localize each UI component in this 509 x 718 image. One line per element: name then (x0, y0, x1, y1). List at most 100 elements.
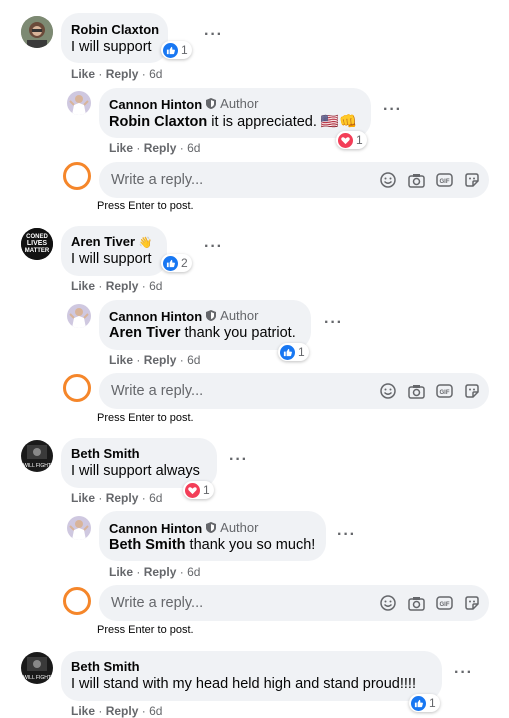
more-options-icon[interactable]: ··· (454, 665, 473, 681)
like-link[interactable]: Like (71, 67, 95, 81)
like-reaction-icon (411, 695, 426, 711)
reply-input[interactable]: Write a reply... GIF (99, 162, 489, 198)
author-badge: Author (206, 520, 258, 535)
like-link[interactable]: Like (71, 279, 95, 293)
reply-text: Robin Claxton it is appreciated. 🇺🇸👊 (109, 113, 357, 130)
emoji-icon[interactable] (379, 382, 397, 400)
reaction-summary[interactable]: 2 (161, 254, 192, 272)
composer-tools: GIF (379, 382, 481, 400)
timestamp[interactable]: 6d (149, 491, 162, 505)
avatar-text-beth: WILL FIGHT (23, 675, 51, 681)
comment-text: I will support always (71, 463, 200, 479)
press-enter-hint: Press Enter to post. (97, 412, 194, 424)
separator: · (179, 565, 184, 579)
separator: · (141, 491, 146, 505)
avatar-text-beth: WILL FIGHT (23, 463, 51, 469)
reply-link[interactable]: Reply (144, 353, 177, 367)
like-link[interactable]: Like (109, 565, 133, 579)
love-reaction-icon (185, 482, 200, 498)
comment-text: I will stand with my head held high and … (71, 676, 416, 692)
like-link[interactable]: Like (71, 491, 95, 505)
reaction-summary[interactable]: 1 (183, 481, 214, 499)
emoji-icon[interactable] (379, 171, 397, 189)
reply-link[interactable]: Reply (144, 565, 177, 579)
more-options-icon[interactable]: ··· (337, 527, 356, 543)
more-options-icon[interactable]: ··· (229, 452, 248, 468)
reply-link[interactable]: Reply (144, 141, 177, 155)
author-badge-label: Author (220, 96, 259, 111)
reply-author-name[interactable]: Cannon Hinton (109, 97, 202, 112)
sticker-icon[interactable] (463, 382, 481, 400)
gif-icon[interactable]: GIF (435, 171, 453, 189)
reply-author[interactable]: Cannon Hinton Author (109, 520, 258, 536)
comment-author[interactable]: Beth Smith (71, 446, 140, 461)
avatar-image: CONED LIVES MATTER (21, 228, 53, 260)
svg-text:GIF: GIF (439, 390, 449, 396)
svg-text:GIF: GIF (439, 602, 449, 608)
gif-icon[interactable]: GIF (435, 594, 453, 612)
comment-author[interactable]: Robin Claxton (71, 22, 159, 37)
reply-author[interactable]: Cannon Hinton Author (109, 96, 258, 112)
reply-link[interactable]: Reply (106, 279, 139, 293)
like-reaction-icon (280, 344, 295, 360)
like-link[interactable]: Like (109, 353, 133, 367)
more-options-icon[interactable]: ··· (324, 315, 343, 331)
mention-link[interactable]: Aren Tiver (109, 325, 180, 341)
comment-author-name[interactable]: Aren Tiver (71, 234, 135, 249)
emoji-icon[interactable] (379, 594, 397, 612)
more-options-icon[interactable]: ··· (204, 239, 223, 255)
reply-input[interactable]: Write a reply... GIF (99, 585, 489, 621)
reply-link[interactable]: Reply (106, 491, 139, 505)
author-badge: Author (206, 96, 258, 111)
sticker-icon[interactable] (463, 171, 481, 189)
avatar-image (21, 16, 53, 48)
mention-link[interactable]: Beth Smith (109, 537, 186, 553)
timestamp[interactable]: 6d (187, 141, 200, 155)
reply-author[interactable]: Cannon Hinton Author (109, 308, 258, 324)
reaction-summary[interactable]: 1 (409, 694, 440, 712)
comment-author[interactable]: Aren Tiver 👋 (71, 234, 152, 249)
timestamp[interactable]: 6d (187, 565, 200, 579)
comment-author[interactable]: Beth Smith (71, 659, 140, 674)
avatar-aren-tiver[interactable]: CONED LIVES MATTER (21, 228, 53, 260)
comment-actions: Like · Reply · 6d (71, 491, 162, 505)
avatar-beth-smith[interactable]: WILL FIGHT (21, 440, 53, 472)
mention-link[interactable]: Robin Claxton (109, 114, 207, 130)
avatar-robin-claxton[interactable] (21, 16, 53, 48)
avatar-beth-smith[interactable]: WILL FIGHT (21, 652, 53, 684)
reply-author-name[interactable]: Cannon Hinton (109, 521, 202, 536)
separator: · (136, 565, 141, 579)
separator: · (98, 67, 103, 81)
reply-text-body: thank you patriot. (180, 325, 296, 341)
waving-hand-emoji: 👋 (138, 237, 153, 249)
reaction-summary[interactable]: 1 (336, 131, 367, 149)
camera-icon[interactable] (407, 171, 425, 189)
reaction-count: 1 (298, 345, 305, 359)
avatar-cannon-hinton[interactable] (67, 304, 91, 328)
timestamp[interactable]: 6d (149, 67, 162, 81)
separator: · (136, 141, 141, 155)
reaction-count: 1 (203, 483, 210, 497)
avatar-cannon-hinton[interactable] (67, 516, 91, 540)
reaction-count: 2 (181, 256, 188, 270)
separator: · (141, 67, 146, 81)
like-link[interactable]: Like (109, 141, 133, 155)
gif-icon[interactable]: GIF (435, 382, 453, 400)
avatar-text-2: LIVES (27, 240, 48, 247)
timestamp[interactable]: 6d (187, 353, 200, 367)
reaction-summary[interactable]: 1 (278, 343, 309, 361)
avatar-image (67, 516, 91, 540)
more-options-icon[interactable]: ··· (383, 102, 402, 118)
camera-icon[interactable] (407, 594, 425, 612)
reply-actions: Like · Reply · 6d (109, 565, 200, 579)
avatar-text-3: MATTER (25, 248, 50, 254)
timestamp[interactable]: 6d (149, 279, 162, 293)
avatar-cannon-hinton[interactable] (67, 91, 91, 115)
more-options-icon[interactable]: ··· (204, 27, 223, 43)
reaction-summary[interactable]: 1 (161, 41, 192, 59)
reply-author-name[interactable]: Cannon Hinton (109, 309, 202, 324)
sticker-icon[interactable] (463, 594, 481, 612)
reply-input[interactable]: Write a reply... GIF (99, 373, 489, 409)
camera-icon[interactable] (407, 382, 425, 400)
reply-link[interactable]: Reply (106, 67, 139, 81)
